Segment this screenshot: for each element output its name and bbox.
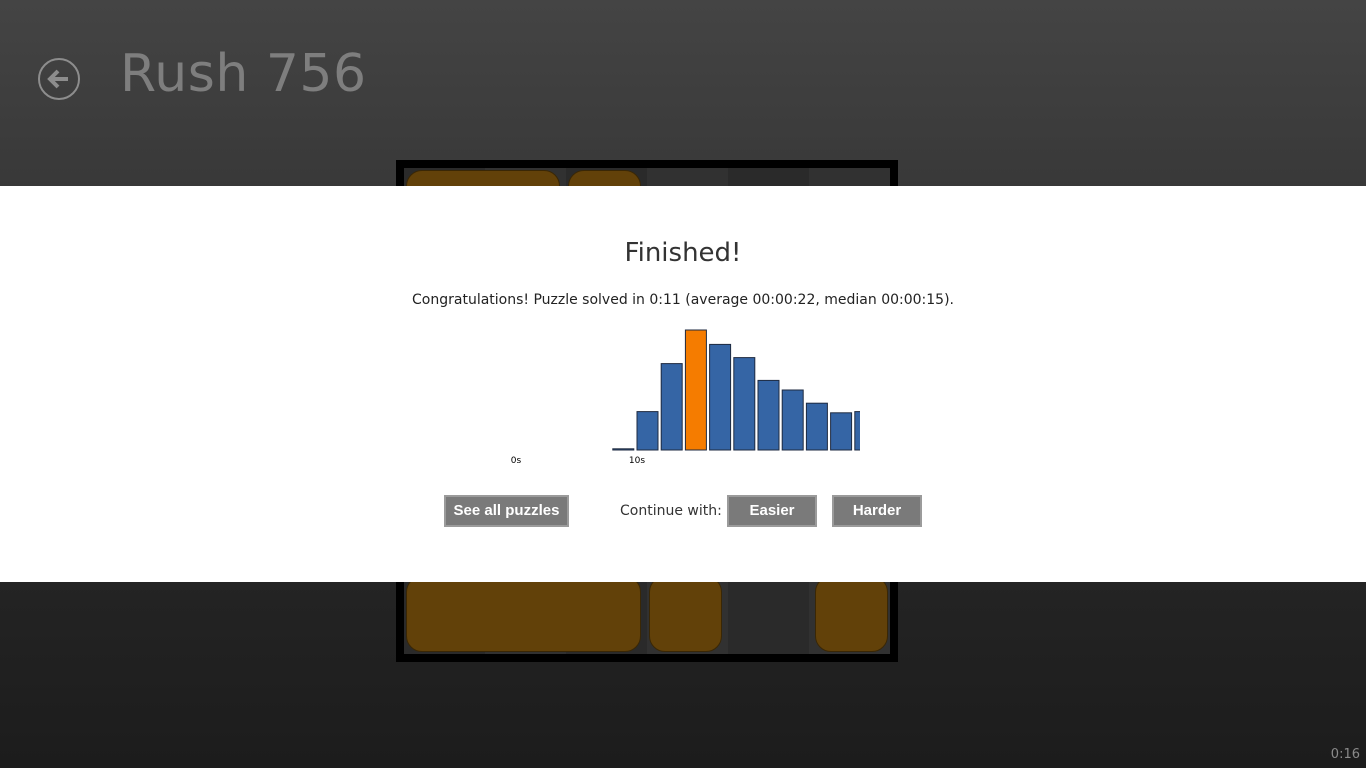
easier-button[interactable]: Easier	[727, 495, 817, 527]
histogram-bar	[709, 343, 732, 451]
histogram-bar	[757, 379, 780, 451]
see-all-puzzles-button[interactable]: See all puzzles	[444, 495, 569, 527]
solve-time-histogram: 0s 10s	[511, 329, 860, 466]
histogram-bar	[612, 448, 635, 451]
dialog-message: Congratulations! Puzzle solved in 0:11 (…	[412, 292, 954, 308]
page-title: Rush 756	[120, 44, 367, 104]
harder-button[interactable]: Harder	[832, 495, 922, 527]
histogram-bar	[636, 411, 659, 451]
histogram-tick-label: 0s	[511, 456, 522, 466]
histogram-bar	[854, 411, 860, 451]
histogram-bar	[660, 363, 683, 451]
histogram-bar	[781, 389, 804, 451]
back-arrow-icon	[47, 69, 68, 89]
puzzle-piece[interactable]	[815, 576, 888, 652]
continue-label: Continue with:	[620, 503, 722, 519]
histogram-bar	[830, 412, 853, 451]
histogram-bar	[805, 402, 828, 451]
dialog-title: Finished!	[624, 238, 742, 268]
elapsed-timer: 0:16	[1330, 747, 1360, 762]
puzzle-piece[interactable]	[406, 576, 641, 652]
histogram-bar-current	[684, 329, 707, 451]
back-button[interactable]	[38, 58, 80, 100]
puzzle-piece[interactable]	[649, 576, 722, 652]
histogram-bar	[733, 357, 756, 451]
histogram-tick-label: 10s	[629, 456, 645, 466]
